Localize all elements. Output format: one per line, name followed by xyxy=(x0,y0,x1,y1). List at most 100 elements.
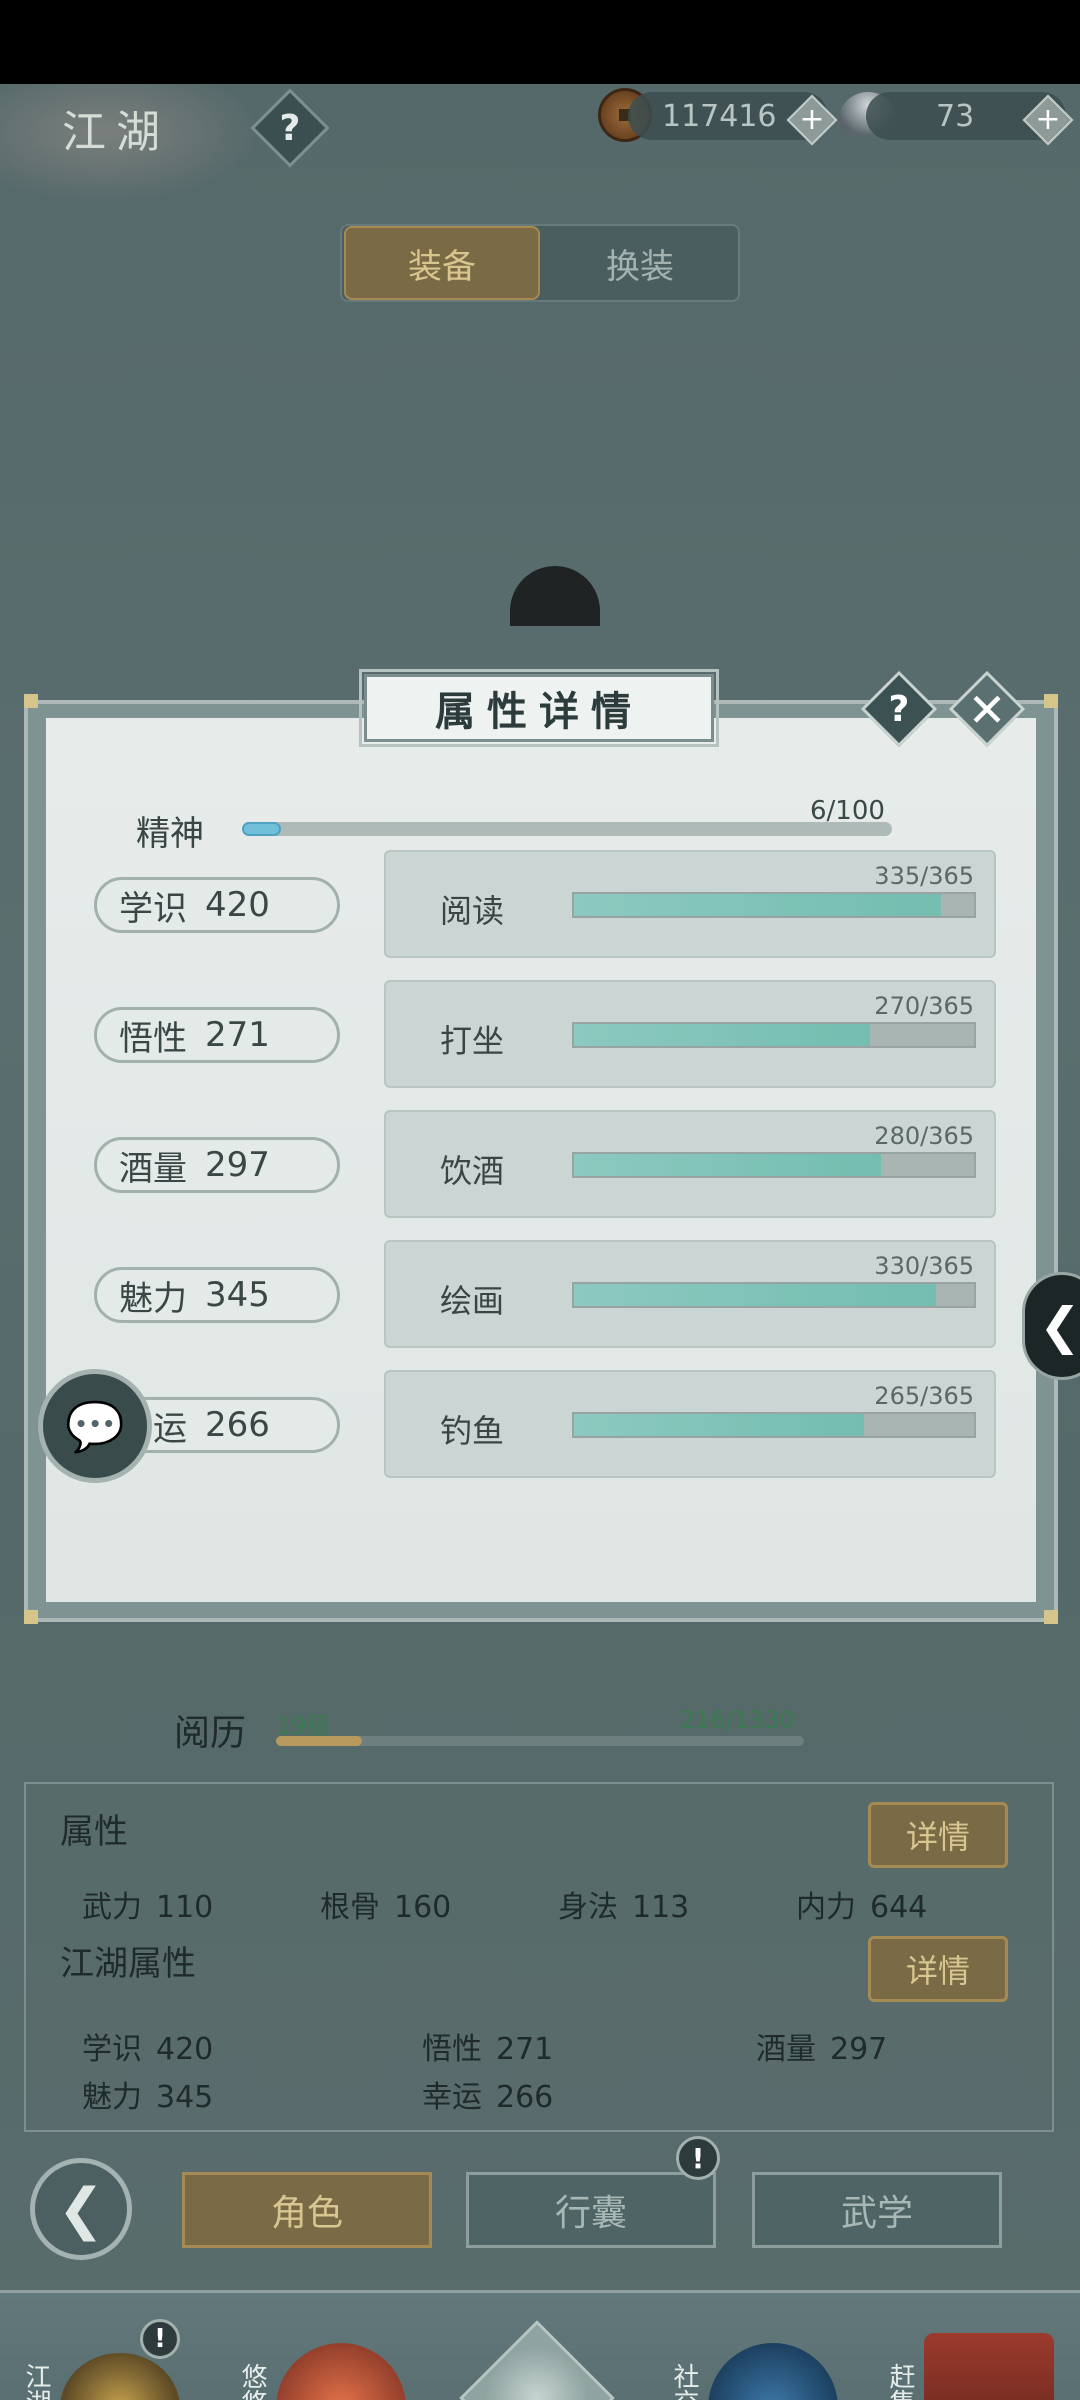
attribute-name: 学识 xyxy=(82,2032,142,2067)
spirit-label: 精神 xyxy=(136,814,204,854)
jianghu-attribute-item: 悟性 271 xyxy=(422,2024,553,2068)
nav-item-youyou[interactable]: 悠悠 xyxy=(216,2293,432,2400)
skill-progress-value: 280/365 xyxy=(874,1122,974,1150)
question-icon: ? xyxy=(888,689,910,730)
skill-progress-fill xyxy=(574,1284,936,1306)
attribute-name: 酒量 xyxy=(756,2032,816,2067)
tab-martial-arts[interactable]: 武学 xyxy=(752,2172,1002,2248)
wave-icon xyxy=(708,2343,838,2400)
skill-progress-fill xyxy=(574,1414,865,1436)
attribute-value: 266 xyxy=(496,2080,554,2115)
back-arrow-icon: ❮ xyxy=(57,2176,105,2242)
skill-name: 绘画 xyxy=(440,1282,505,1320)
attribute-row: 酒量 297 饮酒 280/365 xyxy=(84,1110,1004,1218)
jianghu-attributes-detail-button[interactable]: 详情 xyxy=(868,1936,1008,2002)
back-button[interactable]: ❮ xyxy=(30,2158,132,2260)
nav-label-market: 赶集 xyxy=(885,2363,915,2400)
skill-progress-fill xyxy=(574,1024,870,1046)
skill-name: 打坐 xyxy=(440,1022,505,1060)
close-icon: ✕ xyxy=(967,683,1007,737)
equip-tab-switch: 装备 换装 xyxy=(340,224,740,302)
skill-progress-bar xyxy=(572,1022,976,1048)
experience-progress-fill xyxy=(276,1736,362,1746)
attribute-value: 297 xyxy=(830,2032,888,2067)
stat-name: 学识 xyxy=(119,888,187,929)
attributes-detail-button[interactable]: 详情 xyxy=(868,1802,1008,1868)
jianghu-attribute-item: 学识 420 xyxy=(82,2024,213,2068)
skill-progress-value: 265/365 xyxy=(874,1382,974,1410)
nav-item-center[interactable] xyxy=(432,2293,648,2400)
tab-outfit[interactable]: 换装 xyxy=(542,226,738,300)
skill-progress-value: 330/365 xyxy=(874,1252,974,1280)
stat-value: 271 xyxy=(205,1015,270,1055)
attribute-row: 悟性 271 打坐 270/365 xyxy=(84,980,1004,1088)
attribute-value: 420 xyxy=(156,2032,214,2067)
skill-progress-bar xyxy=(572,1282,976,1308)
nav-item-jianghu[interactable]: 江湖 ! xyxy=(0,2293,216,2400)
attribute-value: 113 xyxy=(632,1890,690,1925)
attribute-name: 魅力 xyxy=(82,2080,142,2115)
attribute-value: 271 xyxy=(496,2032,554,2067)
nav-label-jianghu: 江湖 xyxy=(21,2363,51,2400)
attribute-detail-dialog: 属性详情 ? ✕ 精神 6/100 学识 420 阅读 335/365 悟性 271 打坐 2… xyxy=(24,634,1058,1624)
skill-progress-value: 335/365 xyxy=(874,862,974,890)
attribute-row: 魅力 345 绘画 330/365 xyxy=(84,1240,1004,1348)
attribute-value: 644 xyxy=(870,1890,928,1925)
tab-equip[interactable]: 装备 xyxy=(344,226,540,300)
skill-box: 阅读 335/365 xyxy=(384,850,996,958)
silver-amount: 73 xyxy=(936,98,975,134)
stat-pill: 魅力 345 xyxy=(94,1267,340,1323)
spirit-progress-bar xyxy=(242,822,892,836)
attribute-name: 悟性 xyxy=(422,2032,482,2067)
attributes-heading: 属性 xyxy=(60,1812,128,1852)
attribute-item: 武力 110 xyxy=(82,1882,213,1926)
attribute-name: 幸运 xyxy=(422,2080,482,2115)
swallow-sunset-icon xyxy=(276,2343,406,2400)
jianghu-attribute-item: 酒量 297 xyxy=(756,2024,887,2068)
jianghu-attributes-heading: 江湖属性 xyxy=(60,1944,196,1984)
experience-value: 216/1330 xyxy=(680,1706,795,1734)
experience-label: 阅历 xyxy=(174,1713,247,1754)
attribute-row: 幸运 266 钓鱼 265/365 xyxy=(84,1370,1004,1478)
attribute-item: 身法 113 xyxy=(558,1882,689,1926)
attribute-value: 110 xyxy=(156,1890,214,1925)
stat-value: 266 xyxy=(205,1405,270,1445)
skill-box: 打坐 270/365 xyxy=(384,980,996,1088)
stat-pill: 酒量 297 xyxy=(94,1137,340,1193)
skill-name: 饮酒 xyxy=(440,1152,505,1190)
bag-notice-icon: ! xyxy=(676,2136,720,2180)
attribute-panel: 属性 详情 武力 110 根骨 160 身法 113 内力 644 江湖属性 详情 学识 420… xyxy=(24,1782,1054,2132)
attribute-item: 根骨 160 xyxy=(320,1882,451,1926)
nav-notice-icon: ! xyxy=(140,2319,180,2359)
skill-progress-fill xyxy=(574,1154,881,1176)
plus-icon: + xyxy=(799,102,825,137)
corner-ornament xyxy=(1044,694,1058,708)
dialog-title: 属性详情 xyxy=(435,688,643,735)
nav-item-social[interactable]: 社交 xyxy=(648,2293,864,2400)
chat-button[interactable]: 💬 xyxy=(38,1369,152,1483)
help-button[interactable]: ? xyxy=(250,88,330,168)
stat-name: 酒量 xyxy=(119,1148,187,1189)
stat-value: 297 xyxy=(205,1145,270,1185)
side-panel-toggle[interactable]: ❮ xyxy=(1022,1272,1080,1380)
skill-progress-fill xyxy=(574,894,942,916)
attribute-name: 身法 xyxy=(558,1890,618,1925)
question-icon: ? xyxy=(279,107,301,149)
skill-box: 钓鱼 265/365 xyxy=(384,1370,996,1478)
attribute-item: 内力 644 xyxy=(796,1882,927,1926)
experience-progress-bar xyxy=(276,1736,804,1746)
corner-ornament xyxy=(1044,1610,1058,1624)
tab-role[interactable]: 角色 xyxy=(182,2172,432,2248)
tab-bag[interactable]: 行囊 xyxy=(466,2172,716,2248)
plus-icon: + xyxy=(1035,102,1061,137)
stat-pill: 学识 420 xyxy=(94,877,340,933)
nav-item-market[interactable]: 赶集 xyxy=(864,2293,1080,2400)
stat-name: 悟性 xyxy=(119,1018,187,1059)
skill-box: 绘画 330/365 xyxy=(384,1240,996,1348)
page-title: 江湖 xyxy=(62,107,170,158)
skill-progress-bar xyxy=(572,1152,976,1178)
skill-box: 饮酒 280/365 xyxy=(384,1110,996,1218)
stat-value: 420 xyxy=(205,885,270,925)
coin-amount: 117416 xyxy=(662,98,777,134)
character-portrait xyxy=(510,566,600,626)
